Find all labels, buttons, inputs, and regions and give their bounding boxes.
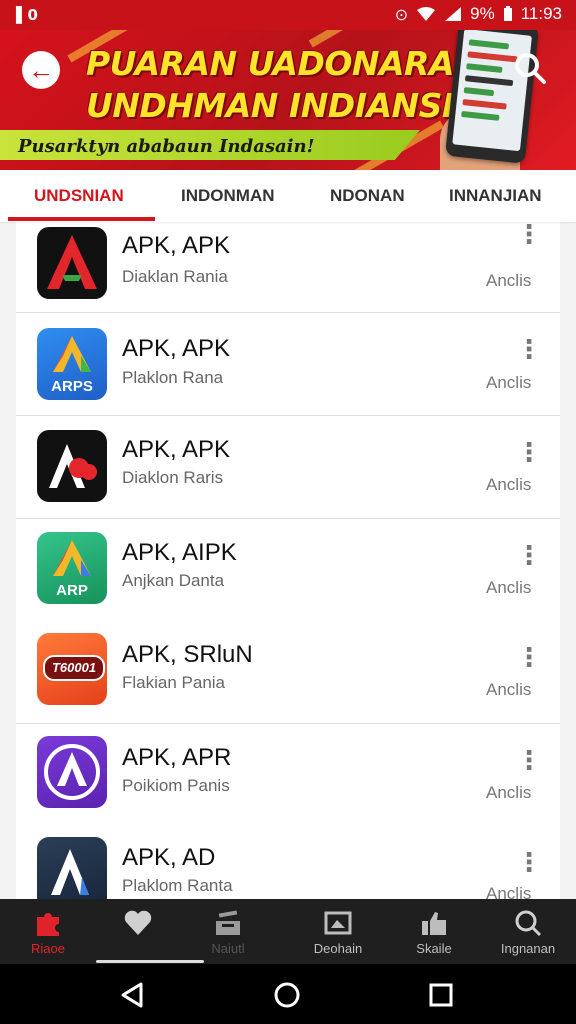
tab-indonman[interactable]: INDONMAN bbox=[181, 186, 275, 206]
app-action-label[interactable]: Anclis bbox=[486, 578, 531, 598]
app-icon-text: T60001 bbox=[43, 655, 105, 681]
app-title: APK, APK bbox=[122, 232, 231, 259]
list-item[interactable]: APK, APR Poikiom Panis ⋮ Anclis bbox=[16, 724, 560, 827]
search-icon bbox=[515, 53, 546, 84]
list-item[interactable]: APK, APK Diaklan Rania ⋮ Anclis bbox=[16, 222, 560, 313]
app-title: APK, AIPK bbox=[122, 539, 237, 566]
phone-illustration bbox=[445, 18, 539, 164]
tab-innanjian[interactable]: INNANJIAN bbox=[449, 186, 542, 206]
nav-item-deohain[interactable]: Deohain bbox=[290, 899, 386, 964]
banner-title-line-2: UNDHMAN INDIANSIA bbox=[86, 86, 479, 125]
app-action-label[interactable]: Anclis bbox=[486, 271, 531, 291]
signal-icon bbox=[445, 7, 462, 21]
more-options-icon[interactable]: ⋮ bbox=[514, 335, 544, 365]
clock: 11:93 bbox=[520, 4, 562, 23]
app-subtitle: Poikiom Panis bbox=[122, 776, 230, 795]
home-indicator bbox=[96, 960, 204, 963]
banner-title-line-1: PUARAN UADONARAN bbox=[86, 44, 482, 83]
status-left-indicator: ▌0 bbox=[16, 6, 38, 24]
list-item[interactable]: ARP APK, AIPK Anjkan Danta ⋮ Anclis bbox=[16, 519, 560, 622]
list-item[interactable]: APK, AD Plaklom Ranta ⋮ Anclis bbox=[16, 826, 560, 899]
home-icon[interactable] bbox=[272, 980, 302, 1010]
green-arp-icon: ARP bbox=[37, 532, 107, 604]
nav-item-naiutl[interactable]: Naiutl bbox=[180, 899, 276, 964]
banner-subtitle: Pusarktyn ababaun Indasain! bbox=[18, 136, 315, 157]
black-a-icon bbox=[37, 430, 107, 502]
blue-arps-icon: ARPS bbox=[37, 328, 107, 400]
app-subtitle: Plaklom Ranta bbox=[122, 876, 233, 895]
tab-ndonan[interactable]: NDONAN bbox=[330, 186, 405, 206]
app-action-label[interactable]: Anclis bbox=[486, 475, 531, 495]
app-subtitle: Plaklon Rana bbox=[122, 368, 224, 387]
recents-icon[interactable] bbox=[426, 980, 456, 1010]
app-action-label[interactable]: Anclis bbox=[486, 884, 531, 899]
more-options-icon[interactable]: ⋮ bbox=[514, 222, 544, 250]
purple-a-icon bbox=[37, 736, 107, 808]
inbox-icon bbox=[180, 909, 276, 937]
nav-item-riaoe[interactable]: Riaoe bbox=[0, 899, 96, 964]
nav-item-favorites[interactable] bbox=[90, 899, 186, 964]
more-options-icon[interactable]: ⋮ bbox=[514, 438, 544, 468]
wifi-icon bbox=[417, 7, 436, 21]
more-options-icon[interactable]: ⋮ bbox=[514, 643, 544, 673]
more-options-icon[interactable]: ⋮ bbox=[514, 746, 544, 776]
list-item[interactable]: ARPS APK, APK Plaklon Rana ⋮ Anclis bbox=[16, 313, 560, 416]
app-action-label[interactable]: Anclis bbox=[486, 783, 531, 803]
app-icon-text: ARP bbox=[56, 582, 88, 599]
app-title: APK, APR bbox=[122, 744, 232, 771]
back-icon[interactable] bbox=[117, 980, 147, 1010]
app-title: APK, APK bbox=[122, 335, 231, 362]
search-button[interactable] bbox=[512, 50, 548, 86]
battery-icon bbox=[503, 6, 512, 21]
bottom-navigation: Riaoe Naiutl Deohain Skaile Ingnanan bbox=[0, 899, 576, 964]
more-options-icon[interactable]: ⋮ bbox=[514, 848, 544, 878]
puzzle-icon bbox=[0, 909, 96, 937]
thumbs-up-icon bbox=[386, 909, 482, 937]
orange-badge-icon: T60001 bbox=[37, 633, 107, 705]
app-subtitle: Flakian Pania bbox=[122, 673, 226, 692]
battery-percent: 9% bbox=[470, 4, 495, 23]
app-title: APK, APK bbox=[122, 436, 231, 463]
more-options-icon[interactable]: ⋮ bbox=[514, 541, 544, 571]
list-item[interactable]: T60001 APK, SRluN Flakian Pania ⋮ Anclis bbox=[16, 621, 560, 724]
nav-item-ingnanan[interactable]: Ingnanan bbox=[480, 899, 576, 964]
heart-icon bbox=[90, 909, 186, 937]
status-bar: ▌0 ⊙ 9% 11:93 bbox=[0, 0, 576, 30]
search-icon bbox=[480, 909, 576, 937]
app-action-label[interactable]: Anclis bbox=[486, 373, 531, 393]
tab-undsnian[interactable]: UNDSNIAN bbox=[34, 186, 124, 206]
arrow-left-icon: ← bbox=[28, 54, 54, 85]
app-icon-text: ARPS bbox=[51, 378, 93, 395]
app-title: APK, AD bbox=[122, 844, 216, 871]
app-action-label[interactable]: Anclis bbox=[486, 680, 531, 700]
nav-item-skaile[interactable]: Skaile bbox=[386, 899, 482, 964]
system-navigation-bar bbox=[0, 964, 576, 1024]
image-icon bbox=[290, 909, 386, 937]
back-button[interactable]: ← bbox=[22, 51, 60, 89]
app-subtitle: Diaklan Rania bbox=[122, 267, 228, 286]
dark-a-icon bbox=[37, 837, 107, 899]
app-title: APK, SRluN bbox=[122, 641, 253, 668]
app-subtitle: Anjkan Danta bbox=[122, 571, 225, 590]
app-list: APK, APK Diaklan Rania ⋮ Anclis ARPS APK… bbox=[16, 222, 560, 899]
red-a-icon bbox=[37, 227, 107, 299]
tab-bar: UNDSNIAN INDONMAN NDONAN INNANJIAN bbox=[0, 170, 576, 222]
list-item[interactable]: APK, APK Diaklon Raris ⋮ Anclis bbox=[16, 416, 560, 519]
app-subtitle: Diaklon Raris bbox=[122, 468, 224, 487]
location-icon: ⊙ bbox=[394, 4, 409, 24]
active-tab-indicator bbox=[8, 217, 155, 221]
